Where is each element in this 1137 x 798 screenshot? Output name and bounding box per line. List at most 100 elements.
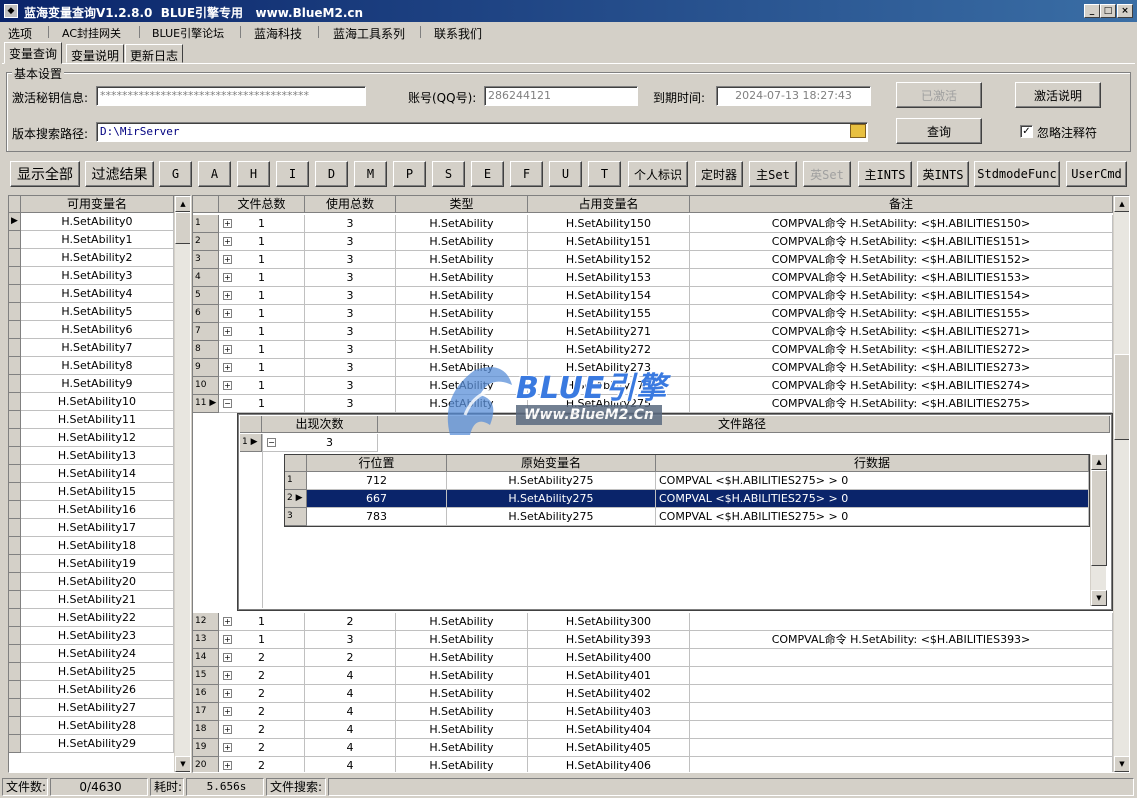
type-cell[interactable]: H.SetAbility — [396, 323, 528, 341]
type-cell[interactable]: H.SetAbility — [396, 287, 528, 305]
occupied-variable-cell[interactable]: H.SetAbility274 — [528, 377, 690, 395]
variable-name-cell[interactable]: H.SetAbility25 — [21, 663, 174, 681]
file-total-cell[interactable]: +2 — [219, 667, 305, 685]
line-row[interactable]: 2 ▶ 667 H.SetAbility275 COMPVAL <$H.ABILITI… — [285, 490, 1089, 508]
filter-f-button[interactable]: F — [510, 161, 543, 187]
maximize-icon[interactable]: □ — [1100, 4, 1116, 18]
remark-cell[interactable] — [690, 757, 1113, 772]
row-number[interactable]: 10 — [193, 377, 219, 395]
table-row[interactable]: 11 ▶ −1 3 H.SetAbility H.SetAbility275 COMPVA… — [193, 395, 1113, 413]
table-row[interactable]: 7 +1 3 H.SetAbility H.SetAbility271 COMPVAL命令… — [193, 323, 1113, 341]
expire-field[interactable]: 2024-07-13 18:27:43 — [716, 86, 871, 106]
variable-list-item[interactable]: H.SetAbility2 — [9, 249, 174, 267]
remark-cell[interactable]: COMPVAL命令 H.SetAbility: <$H.ABILITIES150… — [690, 215, 1113, 233]
scroll-up-icon[interactable]: ▲ — [1091, 454, 1107, 470]
variable-name-cell[interactable]: H.SetAbility28 — [21, 717, 174, 735]
results-scrollbar[interactable]: ▲ ▼ — [1113, 196, 1129, 772]
type-cell[interactable]: H.SetAbility — [396, 305, 528, 323]
occupied-variable-cell[interactable]: H.SetAbility275 — [528, 395, 690, 413]
file-total-cell[interactable]: +1 — [219, 323, 305, 341]
col-file-path[interactable]: 文件路径 — [378, 416, 1110, 433]
variable-list-item[interactable]: H.SetAbility20 — [9, 573, 174, 591]
scroll-down-icon[interactable]: ▼ — [175, 756, 190, 772]
remark-cell[interactable] — [690, 667, 1113, 685]
filter-u-button[interactable]: U — [549, 161, 582, 187]
variable-name-cell[interactable]: H.SetAbility15 — [21, 483, 174, 501]
variable-name-cell[interactable]: H.SetAbility26 — [21, 681, 174, 699]
variable-name-cell[interactable]: H.SetAbility6 — [21, 321, 174, 339]
variable-name-cell[interactable]: H.SetAbility23 — [21, 627, 174, 645]
variable-name-cell[interactable]: H.SetAbility8 — [21, 357, 174, 375]
variable-list-item[interactable]: H.SetAbility9 — [9, 375, 174, 393]
expand-icon[interactable]: + — [223, 689, 232, 698]
use-total-cell[interactable]: 3 — [305, 233, 396, 251]
table-row[interactable]: 9 +1 3 H.SetAbility H.SetAbility273 COMPVAL命令… — [193, 359, 1113, 377]
use-total-cell[interactable]: 2 — [305, 649, 396, 667]
remark-cell[interactable]: COMPVAL命令 H.SetAbility: <$H.ABILITIES151… — [690, 233, 1113, 251]
ignore-comments-checkbox[interactable]: ✓ — [1020, 125, 1033, 138]
file-total-cell[interactable]: +2 — [219, 757, 305, 772]
variable-name-cell[interactable]: H.SetAbility16 — [21, 501, 174, 519]
variable-list-item[interactable]: H.SetAbility21 — [9, 591, 174, 609]
file-total-cell[interactable]: +1 — [219, 305, 305, 323]
use-total-cell[interactable]: 3 — [305, 287, 396, 305]
file-total-cell[interactable]: +1 — [219, 233, 305, 251]
file-total-cell[interactable]: +2 — [219, 649, 305, 667]
main-ints-button[interactable]: 主INTS — [858, 161, 912, 187]
tab-variable-help[interactable]: 变量说明 — [66, 44, 125, 63]
variable-list-scrollbar[interactable]: ▲ ▼ — [174, 196, 190, 772]
scroll-down-icon[interactable]: ▼ — [1114, 756, 1129, 772]
table-row[interactable]: 15 +2 4 H.SetAbility H.SetAbility401 — [193, 667, 1113, 685]
variable-name-cell[interactable]: H.SetAbility1 — [21, 231, 174, 249]
remark-cell[interactable] — [690, 739, 1113, 757]
use-total-cell[interactable]: 3 — [305, 305, 396, 323]
variable-name-cell[interactable]: H.SetAbility12 — [21, 429, 174, 447]
occupied-variable-cell[interactable]: H.SetAbility150 — [528, 215, 690, 233]
original-variable-cell[interactable]: H.SetAbility275 — [447, 490, 656, 508]
variable-list-item[interactable]: H.SetAbility4 — [9, 285, 174, 303]
remark-cell[interactable]: COMPVAL命令 H.SetAbility: <$H.ABILITIES272… — [690, 341, 1113, 359]
filter-h-button[interactable]: H — [237, 161, 270, 187]
type-cell[interactable]: H.SetAbility — [396, 649, 528, 667]
expand-icon[interactable]: + — [223, 255, 232, 264]
remark-cell[interactable]: COMPVAL命令 H.SetAbility: <$H.ABILITIES393… — [690, 631, 1113, 649]
expand-icon[interactable]: + — [223, 725, 232, 734]
filter-e-button[interactable]: E — [471, 161, 504, 187]
variable-name-cell[interactable]: H.SetAbility22 — [21, 609, 174, 627]
table-row[interactable]: 3 +1 3 H.SetAbility H.SetAbility152 COMPVAL命令… — [193, 251, 1113, 269]
file-total-cell[interactable]: +1 — [219, 341, 305, 359]
variable-list-item[interactable]: H.SetAbility7 — [9, 339, 174, 357]
scroll-thumb[interactable] — [175, 212, 190, 244]
filter-p-button[interactable]: P — [393, 161, 426, 187]
detail-occurrence-cell[interactable]: − 3 — [262, 434, 378, 452]
variable-list-item[interactable]: H.SetAbility24 — [9, 645, 174, 663]
tab-variable-query[interactable]: 变量查询 — [4, 42, 63, 64]
type-cell[interactable]: H.SetAbility — [396, 233, 528, 251]
remark-cell[interactable]: COMPVAL命令 H.SetAbility: <$H.ABILITIES274… — [690, 377, 1113, 395]
row-number[interactable]: 4 — [193, 269, 219, 287]
variable-list-item[interactable]: H.SetAbility23 — [9, 627, 174, 645]
variable-name-cell[interactable]: H.SetAbility11 — [21, 411, 174, 429]
expand-icon[interactable]: + — [223, 291, 232, 300]
variable-list-item[interactable]: H.SetAbility6 — [9, 321, 174, 339]
secret-field[interactable]: ************************************** — [96, 86, 366, 106]
original-variable-cell[interactable]: H.SetAbility275 — [447, 508, 656, 526]
query-button[interactable]: 查询 — [896, 118, 982, 144]
menu-options[interactable]: 选项 — [8, 25, 32, 42]
file-total-cell[interactable]: +1 — [219, 269, 305, 287]
file-total-cell[interactable]: +2 — [219, 739, 305, 757]
table-row[interactable]: 4 +1 3 H.SetAbility H.SetAbility153 COMPVAL命令… — [193, 269, 1113, 287]
path-field[interactable]: D:\MirServer — [96, 122, 868, 142]
filter-d-button[interactable]: D — [315, 161, 348, 187]
filter-s-button[interactable]: S — [432, 161, 465, 187]
expand-icon[interactable]: + — [223, 707, 232, 716]
row-number[interactable]: 20 — [193, 757, 219, 772]
col-occupied-variable[interactable]: 占用变量名 — [528, 196, 690, 213]
variable-name-cell[interactable]: H.SetAbility29 — [21, 735, 174, 753]
table-row[interactable]: 2 +1 3 H.SetAbility H.SetAbility151 COMPVAL命令… — [193, 233, 1113, 251]
account-field[interactable]: 286244121 — [484, 86, 638, 106]
file-total-cell[interactable]: +2 — [219, 703, 305, 721]
use-total-cell[interactable]: 3 — [305, 631, 396, 649]
type-cell[interactable]: H.SetAbility — [396, 739, 528, 757]
collapse-icon[interactable]: − — [223, 399, 232, 408]
